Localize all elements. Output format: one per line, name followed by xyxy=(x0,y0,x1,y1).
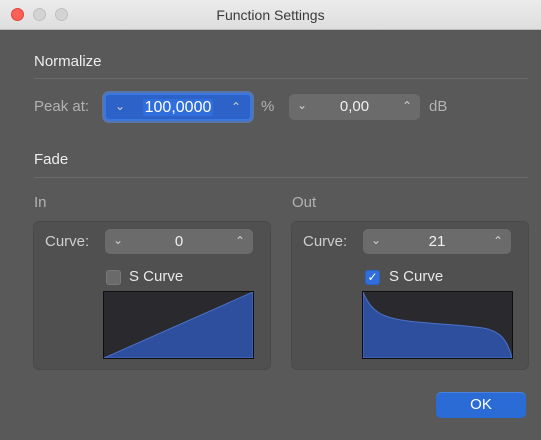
chevron-down-icon[interactable]: ⌄ xyxy=(293,98,311,112)
chevron-up-icon[interactable]: ⌃ xyxy=(231,234,249,248)
chevron-up-icon[interactable]: ⌃ xyxy=(398,99,416,113)
fade-in-curve-value[interactable]: 0 xyxy=(129,233,229,250)
fade-heading: Fade xyxy=(34,151,69,168)
peak-db-stepper[interactable]: ⌄ 0,00 ⌃ xyxy=(289,94,420,120)
peak-at-label: Peak at: xyxy=(34,98,90,115)
fade-in-s-curve-label[interactable]: S Curve xyxy=(129,268,183,285)
ok-button[interactable]: OK xyxy=(436,392,526,418)
chevron-up-icon[interactable]: ⌃ xyxy=(227,100,245,114)
chevron-down-icon[interactable]: ⌄ xyxy=(111,99,129,113)
fade-out-label: Out xyxy=(292,194,317,211)
fade-out-s-curve-checkbox[interactable]: ✓ xyxy=(365,270,380,285)
fade-divider xyxy=(34,177,528,178)
fade-in-s-curve-checkbox[interactable] xyxy=(106,270,121,285)
normalize-divider xyxy=(34,78,528,79)
checkmark-icon: ✓ xyxy=(367,270,378,284)
peak-percent-stepper[interactable]: ⌄ 100,0000 ⌃ xyxy=(104,93,252,121)
chevron-down-icon[interactable]: ⌄ xyxy=(109,233,127,247)
fade-in-curve-label: Curve: xyxy=(45,233,90,250)
fade-in-curve-display xyxy=(103,291,254,359)
window-title: Function Settings xyxy=(216,7,325,23)
function-settings-window: Function Settings Normalize Peak at: ⌄ 1… xyxy=(0,0,541,440)
db-unit-label: dB xyxy=(429,98,448,115)
fade-in-curve-graph xyxy=(104,292,253,358)
fade-in-label: In xyxy=(34,194,47,211)
chevron-up-icon[interactable]: ⌃ xyxy=(489,234,507,248)
fade-out-curve-label: Curve: xyxy=(303,233,348,250)
normalize-heading: Normalize xyxy=(34,53,102,70)
fade-out-curve-graph xyxy=(363,292,512,358)
peak-percent-value[interactable]: 100,0000 xyxy=(130,99,226,117)
title-bar: Function Settings xyxy=(0,0,541,30)
peak-db-value[interactable]: 0,00 xyxy=(313,98,396,115)
percent-unit-label: % xyxy=(261,98,275,115)
fade-out-curve-display xyxy=(362,291,513,359)
fade-out-curve-value[interactable]: 21 xyxy=(387,233,487,250)
chevron-down-icon[interactable]: ⌄ xyxy=(367,233,385,247)
fade-out-s-curve-label[interactable]: S Curve xyxy=(389,268,443,285)
fade-out-curve-stepper[interactable]: ⌄ 21 ⌃ xyxy=(363,229,511,254)
fade-in-curve-stepper[interactable]: ⌄ 0 ⌃ xyxy=(105,229,253,254)
